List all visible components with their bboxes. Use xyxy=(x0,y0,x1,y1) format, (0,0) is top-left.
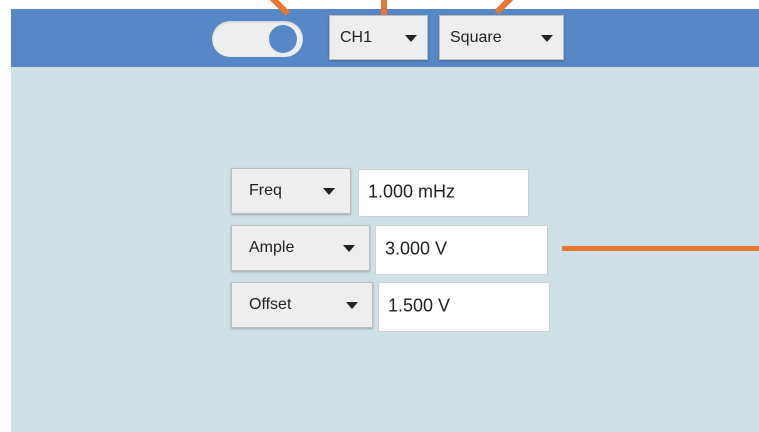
freq-value: 1.000 mHz xyxy=(368,181,456,202)
toggle-knob xyxy=(269,25,297,53)
waveform-dropdown[interactable]: Square xyxy=(439,15,564,60)
param-select-label: Ample xyxy=(249,239,295,256)
output-toggle[interactable] xyxy=(212,21,303,57)
offset-value: 1.500 V xyxy=(388,295,451,316)
param-select-label: Offset xyxy=(249,296,292,313)
annotation-pointer-channel xyxy=(381,0,387,15)
channel-dropdown-label: CH1 xyxy=(340,28,373,46)
offset-value-field[interactable]: 1.500 V xyxy=(378,282,550,332)
chevron-down-icon xyxy=(346,302,358,309)
param-select-freq[interactable]: Freq xyxy=(231,168,351,214)
chevron-down-icon xyxy=(405,34,417,42)
chevron-down-icon xyxy=(323,188,335,195)
top-toolbar: CH1 Square xyxy=(11,9,759,67)
waveform-dropdown-label: Square xyxy=(450,28,502,46)
param-select-label: Freq xyxy=(249,182,282,199)
channel-dropdown[interactable]: CH1 xyxy=(329,15,428,60)
chevron-down-icon xyxy=(343,245,355,252)
app-panel: CH1 Square Freq 1.000 mHz Ample 3.000 V … xyxy=(11,9,759,432)
chevron-down-icon xyxy=(541,34,553,42)
freq-value-field[interactable]: 1.000 mHz xyxy=(358,169,529,217)
annotation-pointer-params xyxy=(562,246,759,251)
ample-value-field[interactable]: 3.000 V xyxy=(375,225,548,275)
param-select-ample[interactable]: Ample xyxy=(231,225,370,271)
ample-value: 3.000 V xyxy=(385,238,448,259)
param-select-offset[interactable]: Offset xyxy=(231,282,373,328)
